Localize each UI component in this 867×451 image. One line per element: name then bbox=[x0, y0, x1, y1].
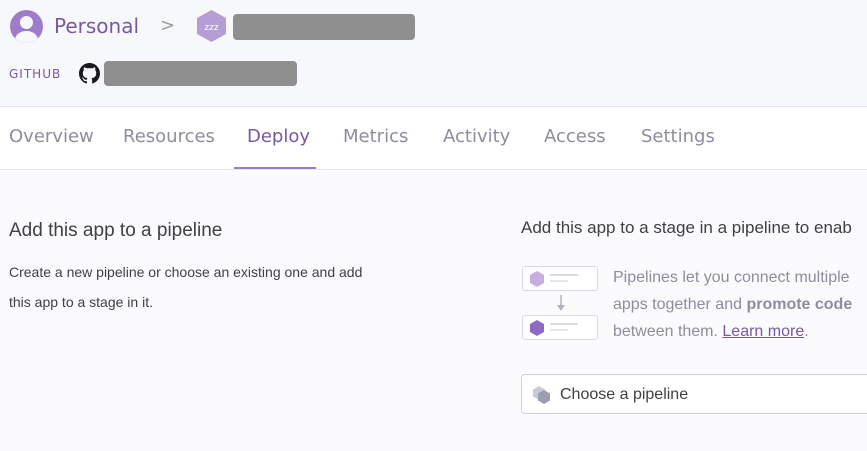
pipeline-section-description: Create a new pipeline or choose an exist… bbox=[9, 264, 363, 310]
choose-pipeline-select[interactable]: Choose a pipeline bbox=[521, 374, 867, 414]
active-tab-indicator bbox=[234, 167, 316, 169]
github-label: GITHUB bbox=[9, 67, 62, 81]
tab-access[interactable]: Access bbox=[544, 125, 606, 149]
pipeline-stack-icon bbox=[533, 386, 550, 404]
svg-text:zzz: zzz bbox=[204, 23, 218, 33]
app-header: Personal > zzz GITHUB bbox=[0, 0, 867, 107]
redacted-app-name bbox=[233, 14, 415, 40]
pipeline-section-title: Add this app to a pipeline bbox=[9, 220, 223, 241]
explanation-line-1: Pipelines let you connect multiple bbox=[613, 269, 850, 286]
promote-code-emphasis: promote code bbox=[746, 296, 853, 313]
chevron-right-icon: > bbox=[160, 15, 176, 36]
tab-metrics[interactable]: Metrics bbox=[343, 125, 408, 149]
sleeping-app-icon: zzz bbox=[197, 10, 226, 42]
explanation-line-2-text: apps together and bbox=[613, 296, 747, 313]
user-avatar-icon[interactable] bbox=[10, 10, 43, 43]
tab-settings[interactable]: Settings bbox=[641, 125, 715, 149]
explanation-period: . bbox=[804, 323, 809, 340]
pipeline-explanation: Pipelines let you connect multiple apps … bbox=[613, 264, 867, 345]
deploy-content: Add this app to a pipeline Create a new … bbox=[0, 171, 867, 451]
tab-overview[interactable]: Overview bbox=[9, 125, 94, 149]
explanation-line-3-text: between them. bbox=[613, 323, 723, 340]
github-icon[interactable] bbox=[79, 63, 100, 84]
pipeline-stage-title: Add this app to a stage in a pipeline to… bbox=[521, 218, 852, 237]
explanation-line-2: apps together and promote code bbox=[613, 291, 867, 318]
account-breadcrumb-link[interactable]: Personal bbox=[54, 13, 139, 39]
choose-pipeline-label: Choose a pipeline bbox=[560, 386, 689, 403]
redacted-repo-name bbox=[104, 61, 297, 86]
pipeline-illustration-icon bbox=[522, 266, 598, 340]
learn-more-link[interactable]: Learn more bbox=[722, 323, 804, 340]
tab-deploy[interactable]: Deploy bbox=[247, 125, 310, 149]
tab-resources[interactable]: Resources bbox=[123, 125, 215, 149]
explanation-line-3: between them. Learn more. bbox=[613, 318, 867, 345]
tab-activity[interactable]: Activity bbox=[443, 125, 510, 149]
app-tabs: Overview Resources Deploy Metrics Activi… bbox=[0, 107, 867, 170]
